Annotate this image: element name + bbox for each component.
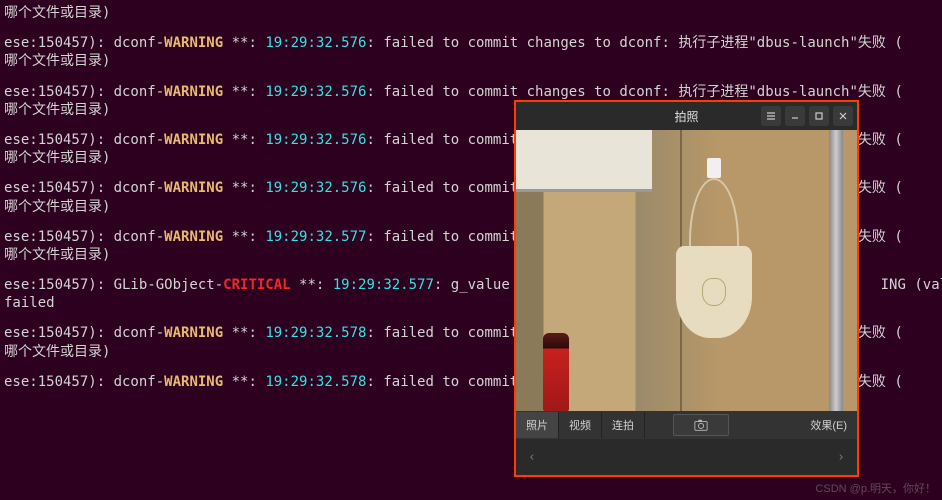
thumb-next-button[interactable]: ›: [833, 446, 849, 469]
hamburger-menu-button[interactable]: [761, 106, 781, 126]
window-title: 拍照: [674, 108, 698, 125]
terminal-line: 哪个文件或目录): [0, 4, 942, 22]
terminal-line: 哪个文件或目录): [0, 52, 942, 70]
mode-tabs: 照片 视频 连拍: [516, 412, 645, 438]
camera-preview: [516, 130, 857, 411]
terminal-line: ese:150457): dconf-WARNING **: 19:29:32.…: [0, 34, 942, 52]
tab-burst[interactable]: 连拍: [602, 412, 645, 438]
thumb-prev-button[interactable]: ‹: [524, 446, 540, 469]
thumbnail-strip: ‹ ›: [516, 439, 857, 475]
maximize-button[interactable]: [809, 106, 829, 126]
camera-icon: [694, 418, 708, 432]
window-controls: [761, 106, 853, 126]
scene-bottle: [543, 333, 569, 411]
terminal-line: ese:150457): dconf-WARNING **: 19:29:32.…: [0, 83, 942, 101]
cheese-camera-window: 拍照 照片 视频 连拍: [514, 100, 859, 477]
scene-hook: [707, 158, 721, 178]
tab-video[interactable]: 视频: [559, 412, 602, 438]
camera-toolbar: 照片 视频 连拍 效果(E): [516, 411, 857, 439]
scene-bag: [669, 178, 759, 348]
window-titlebar[interactable]: 拍照: [516, 102, 857, 130]
watermark: CSDN @p.明天，你好！: [815, 480, 936, 496]
minimize-button[interactable]: [785, 106, 805, 126]
scene-shelf: [516, 130, 652, 192]
effects-button[interactable]: 效果(E): [800, 412, 857, 438]
tab-photo[interactable]: 照片: [516, 412, 559, 438]
close-button[interactable]: [833, 106, 853, 126]
scene-pole: [829, 130, 843, 411]
shutter-button[interactable]: [673, 414, 729, 436]
